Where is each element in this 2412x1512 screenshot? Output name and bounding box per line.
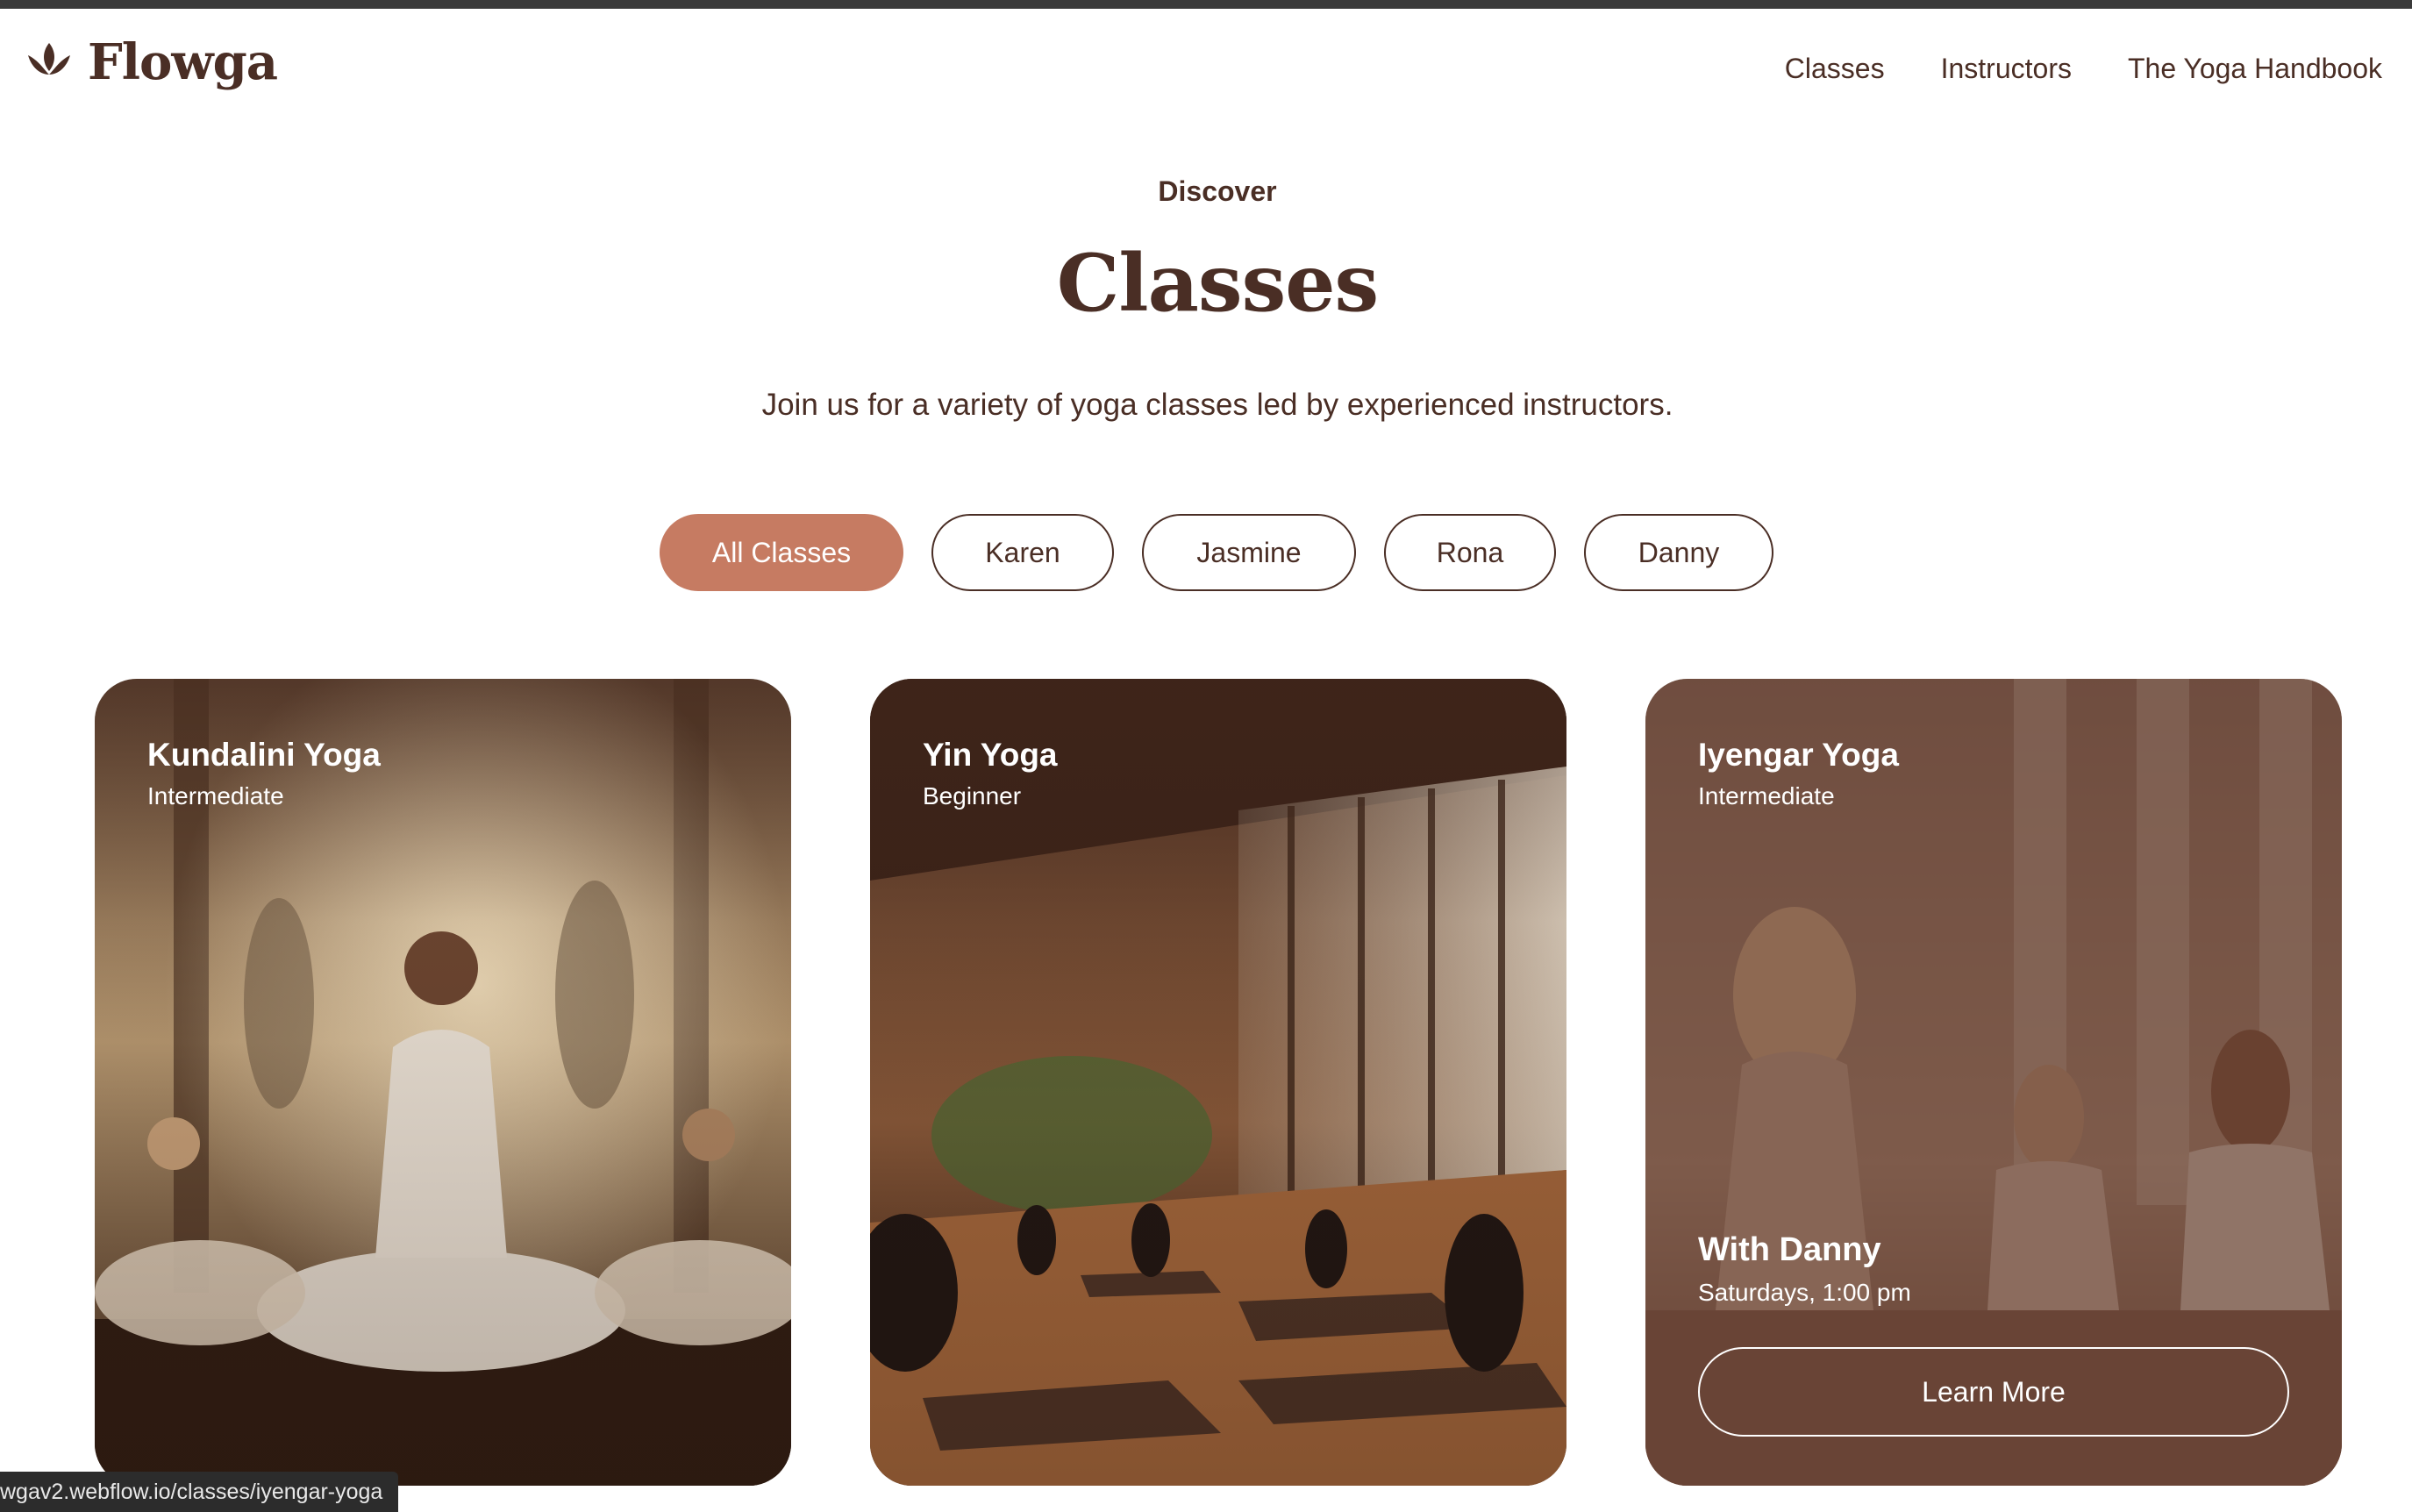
brand-logo[interactable]: Flowga — [25, 33, 278, 91]
nav-item-instructors[interactable]: Instructors — [1941, 53, 2072, 85]
class-name: Iyengar Yoga — [1698, 737, 1899, 773]
filter-rona[interactable]: Rona — [1384, 514, 1556, 591]
page-title: Classes — [1056, 237, 1379, 330]
main-nav: Classes Instructors The Yoga Handbook — [1785, 53, 2382, 85]
brand-name: Flowga — [88, 33, 278, 91]
nav-item-classes[interactable]: Classes — [1785, 53, 1885, 85]
nav-item-yoga-handbook[interactable]: The Yoga Handbook — [2128, 53, 2382, 85]
filter-all-classes[interactable]: All Classes — [660, 514, 903, 591]
lotus-icon — [25, 39, 74, 86]
class-card-grid: Kundalini Yoga Intermediate Yin Yoga Beg… — [95, 679, 2342, 1486]
class-name: Kundalini Yoga — [147, 737, 381, 773]
link-status-bar: wgav2.webflow.io/classes/iyengar-yoga — [0, 1472, 399, 1512]
instructor-filter-bar: All Classes Karen Jasmine Rona Danny — [660, 514, 1773, 591]
class-card-iyengar[interactable]: Iyengar Yoga Intermediate With Danny Sat… — [1645, 679, 2342, 1486]
learn-more-button[interactable]: Learn More — [1698, 1347, 2289, 1437]
filter-jasmine[interactable]: Jasmine — [1142, 514, 1356, 591]
class-level: Intermediate — [1698, 782, 1835, 809]
class-instructor: With Danny — [1698, 1231, 1881, 1268]
class-name: Yin Yoga — [923, 737, 1058, 773]
class-card-kundalini[interactable]: Kundalini Yoga Intermediate — [95, 679, 791, 1486]
class-level: Intermediate — [147, 782, 284, 809]
page-subtitle: Join us for a variety of yoga classes le… — [761, 388, 1673, 422]
window-top-bar — [0, 0, 2412, 9]
section-eyebrow: Discover — [1158, 175, 1277, 207]
filter-danny[interactable]: Danny — [1584, 514, 1773, 591]
filter-karen[interactable]: Karen — [931, 514, 1114, 591]
class-card-yin[interactable]: Yin Yoga Beginner — [870, 679, 1566, 1486]
class-schedule: Saturdays, 1:00 pm — [1698, 1279, 1911, 1306]
class-level: Beginner — [923, 782, 1022, 809]
